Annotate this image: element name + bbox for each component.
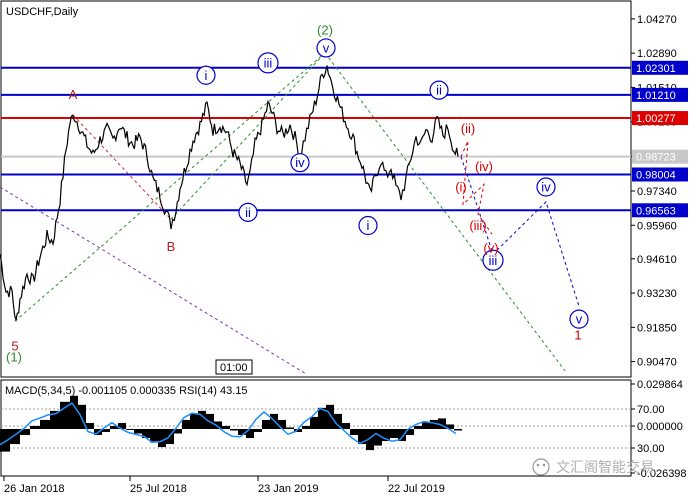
wechat-icon-dot2 (542, 463, 546, 467)
wave-label: (i) (455, 180, 467, 195)
level-tag-label: 0.96563 (636, 205, 676, 217)
wave-label: iv (295, 155, 305, 170)
macd-bar (254, 428, 262, 432)
wave-label: i (205, 68, 208, 83)
level-tag-label: 1.02301 (636, 63, 676, 75)
wave-label: A (69, 87, 78, 102)
macd-bar (134, 428, 142, 434)
x-tick-label: 26 Jan 2018 (4, 483, 65, 495)
macd-bar (390, 428, 398, 439)
wave-label: v (323, 40, 330, 55)
x-tick-label: 25 Jul 2018 (130, 483, 187, 495)
wave-label: iv (541, 180, 551, 195)
x-tick-label: 23 Jan 2019 (258, 483, 319, 495)
y-tick-label: 0.90470 (637, 357, 677, 369)
wave-label: ii (436, 83, 442, 98)
level-tag-label: 0.98723 (636, 152, 676, 164)
watermark-text: 文汇阁智能交易 (556, 459, 654, 476)
chart-canvas: 5(1)AB(2)1iiiiiiivviiiiiiivv(ii)(i)(iv)(… (0, 0, 700, 500)
chart-title: USDCHF,Daily (6, 6, 79, 18)
macd-bar (86, 422, 94, 429)
macd-bar (286, 427, 294, 429)
indicator-tick-label: 0.000000 (637, 421, 683, 433)
y-tick-label: 1.02890 (637, 48, 677, 60)
indicator-label: MACD(5,34,5) -0.001105 0.000335 RSI(14) … (5, 385, 248, 397)
y-tick-label: 0.93230 (637, 288, 677, 300)
y-tick-label: 0.95960 (637, 220, 677, 232)
level-tag-label: 1.01210 (636, 90, 676, 102)
wave-label: i (367, 218, 370, 233)
x-tick-label: 22 Jul 2019 (388, 483, 445, 495)
y-tick-label: 1.04270 (637, 14, 677, 26)
indicator-tick-label: 30.00 (637, 443, 665, 455)
macd-bar (40, 419, 50, 429)
macd-bar (150, 428, 158, 443)
wave-label: (ii) (461, 121, 475, 136)
wave-label: (iv) (475, 159, 493, 174)
wave-label: B (167, 239, 176, 254)
y-tick-label: 0.94610 (637, 254, 677, 266)
level-tag-label: 1.00277 (636, 113, 676, 125)
level-tag-label: 0.98004 (636, 170, 676, 182)
wave-label: v (576, 312, 583, 327)
macd-bar (342, 422, 350, 429)
macd-bar (238, 428, 246, 436)
macd-bar (158, 428, 166, 448)
macd-bar (326, 404, 334, 429)
macd-bar (262, 419, 270, 429)
wave-label: (iii) (469, 218, 486, 233)
time-marker: 01:00 (220, 362, 248, 374)
macd-bar (454, 428, 462, 431)
wave-label: (2) (317, 23, 333, 38)
y-tick-label: 0.97340 (637, 186, 677, 198)
macd-bar (374, 428, 382, 446)
y-tick-label: 0.91850 (637, 322, 677, 334)
macd-bar (30, 425, 40, 429)
macd-bar (230, 428, 238, 431)
wave-label: ii (245, 205, 251, 220)
macd-bar (70, 395, 78, 429)
macd-bar (182, 419, 190, 429)
macd-bar (350, 428, 358, 436)
wave-label: (1) (6, 350, 22, 365)
indicator-tick-label: 70.00 (637, 404, 665, 416)
wechat-icon-dot (536, 463, 540, 467)
macd-bar (278, 419, 286, 429)
indicator-tick-label: 0.029864 (637, 379, 683, 391)
wave-label: (v) (483, 240, 498, 255)
macd-bar (414, 425, 422, 429)
macd-bar (310, 416, 318, 429)
wave-label: iii (264, 55, 273, 70)
macd-bar (302, 425, 310, 429)
macd-bar (190, 413, 198, 429)
macd-bar (126, 428, 134, 430)
wave-label: 1 (574, 327, 581, 342)
macd-bar (222, 425, 230, 429)
